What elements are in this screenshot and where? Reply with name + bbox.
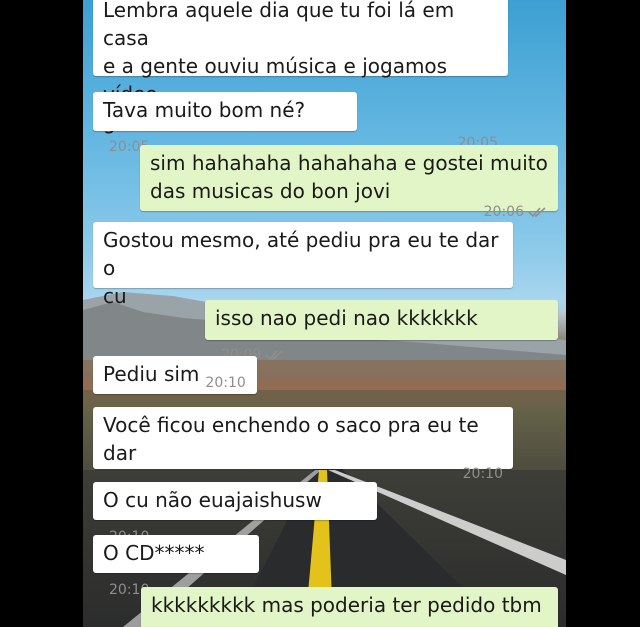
message-bubble[interactable]: Lembra aquele dia que tu foi lá em casa … (93, 0, 508, 151)
message-bubble[interactable]: Você ficou enchendo o saco pra eu te dar… (93, 407, 513, 482)
message-timestamp: 20:06 (150, 203, 548, 223)
message-bubble[interactable]: Tava muito bom né?20:05 (93, 92, 357, 155)
message-text: Você ficou enchendo o saco pra eu te dar (103, 413, 486, 465)
message-text: O cu não euajaishusw (103, 488, 322, 512)
message-bubble[interactable]: isso nao pedi nao kkkkkkk20:09 (205, 300, 558, 363)
message-text: O CD***** (103, 541, 205, 565)
message-bubble[interactable]: O cu não euajaishusw20:10 (93, 482, 377, 545)
message-bubble[interactable]: Pediu sim 20:10 (93, 356, 257, 394)
message-bubble[interactable]: Gostou mesmo, até pediu pra eu te dar o … (93, 222, 513, 325)
message-text: sim hahahaha hahahaha e gostei muito das… (150, 151, 548, 203)
message-text: Gostou mesmo, até pediu pra eu te dar o … (103, 228, 499, 308)
message-timestamp: 20:10 (462, 466, 503, 482)
double-check-icon (528, 205, 548, 223)
message-bubble[interactable]: O CD*****20:10 (93, 535, 259, 598)
message-bubble[interactable]: sim hahahaha hahahaha e gostei muito das… (140, 145, 558, 220)
message-text: Pediu sim (103, 362, 200, 386)
message-text: kkkkkkkkk mas poderia ter pedido tbm (151, 593, 542, 617)
message-bubble[interactable]: kkkkkkkkk mas poderia ter pedido tbm (141, 587, 558, 627)
message-text: isso nao pedi nao kkkkkkk (215, 306, 478, 330)
message-text: Tava muito bom né? (103, 98, 306, 122)
double-check-icon (265, 343, 285, 371)
chat-screen[interactable]: Lembra aquele dia que tu foi lá em casa … (83, 0, 566, 627)
message-timestamp: 20:10 (205, 375, 246, 391)
